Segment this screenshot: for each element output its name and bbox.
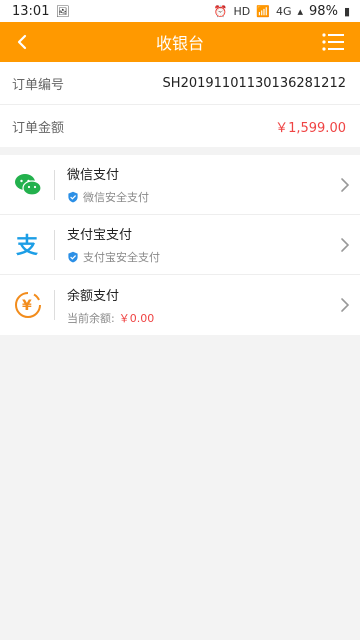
order-amount-value: ￥1,599.00 xyxy=(275,120,346,136)
shield-icon xyxy=(68,191,78,203)
menu-button[interactable] xyxy=(318,26,350,58)
payment-subtitle-text: 微信安全支付 xyxy=(83,191,149,204)
balance-label: 当前余额: xyxy=(67,311,115,325)
divider xyxy=(54,229,55,260)
payment-methods: 微信支付 微信安全支付 支 支付宝支付 支付宝安全支付 ¥ 余额支付 当前余额:… xyxy=(0,155,360,335)
payment-title: 支付宝支付 xyxy=(67,228,133,243)
payment-title: 微信支付 xyxy=(67,168,120,183)
network-label: 4G xyxy=(275,4,292,18)
order-card: 订单编号 SH20191101130136281212 订单金额 ￥1,599.… xyxy=(0,62,360,147)
payment-subtitle: 微信安全支付 xyxy=(67,189,149,205)
chevron-right-icon xyxy=(341,238,350,252)
payment-option-balance[interactable]: ¥ 余额支付 当前余额: ￥0.00 xyxy=(0,275,360,335)
divider xyxy=(54,290,55,320)
order-number-value: SH20191101130136281212 xyxy=(162,75,346,91)
wechat-icon xyxy=(12,169,44,201)
page-title: 收银台 xyxy=(155,34,204,53)
back-icon xyxy=(17,34,27,50)
status-bar: 13:01 🖼 ⏰ HD 📶 4G ▴ 98% ▮ xyxy=(0,0,360,22)
order-number-label: 订单编号 xyxy=(12,77,65,93)
status-left: 13:01 🖼 xyxy=(12,4,69,19)
signal-icon: ▴ xyxy=(297,4,304,18)
chevron-right-icon xyxy=(341,298,350,312)
menu-icon xyxy=(322,33,344,51)
payment-title: 余额支付 xyxy=(67,288,120,304)
balance-icon: ¥ xyxy=(12,289,44,321)
balance-value: ￥0.00 xyxy=(118,311,155,325)
shield-icon xyxy=(68,251,78,263)
order-number-row: 订单编号 SH20191101130136281212 xyxy=(0,62,360,105)
svg-text:支: 支 xyxy=(16,234,39,259)
payment-text: 余额支付 当前余额: ￥0.00 xyxy=(67,285,154,326)
payment-text: 支付宝支付 支付宝安全支付 xyxy=(67,224,160,265)
alipay-icon: 支 xyxy=(12,229,44,261)
payment-option-wechat[interactable]: 微信支付 微信安全支付 xyxy=(0,155,360,215)
divider xyxy=(54,169,55,200)
status-time: 13:01 xyxy=(12,3,50,19)
payment-subtitle: 当前余额: ￥0.00 xyxy=(67,310,154,326)
hd-label: HD xyxy=(233,4,251,18)
back-button[interactable] xyxy=(6,26,38,58)
order-amount-label: 订单金额 xyxy=(12,120,65,136)
payment-subtitle-text: 支付宝安全支付 xyxy=(83,251,160,264)
payment-option-alipay[interactable]: 支 支付宝支付 支付宝安全支付 xyxy=(0,215,360,275)
payment-text: 微信支付 微信安全支付 xyxy=(67,164,149,205)
battery-level: 98% xyxy=(309,3,338,19)
alarm-icon: ⏰ xyxy=(213,4,228,18)
status-right: ⏰ HD 📶 4G ▴ 98% ▮ xyxy=(214,4,350,19)
header-bar: 收银台 xyxy=(0,22,360,62)
wifi-icon: 📶 xyxy=(256,4,270,18)
gallery-icon: 🖼 xyxy=(55,4,70,18)
payment-subtitle: 支付宝安全支付 xyxy=(67,249,160,265)
order-amount-row: 订单金额 ￥1,599.00 xyxy=(0,105,360,147)
section-gap xyxy=(0,147,360,155)
chevron-right-icon xyxy=(341,178,350,192)
svg-text:¥: ¥ xyxy=(22,298,32,314)
battery-icon: ▮ xyxy=(343,4,350,18)
